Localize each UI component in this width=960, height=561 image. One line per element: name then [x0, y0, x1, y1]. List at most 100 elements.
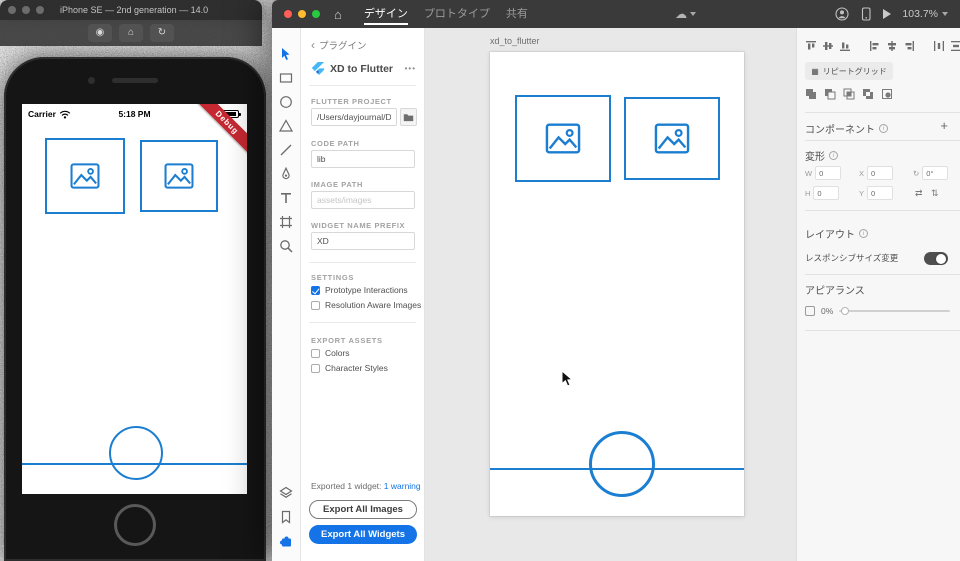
zoom-level-control[interactable]: 103.7% — [902, 8, 949, 20]
align-right-icon[interactable] — [903, 40, 915, 52]
x-value[interactable]: 0 — [867, 166, 894, 180]
image-placeholder-box[interactable] — [515, 95, 611, 182]
zoom-level-value: 103.7% — [902, 8, 939, 20]
y-value[interactable]: 0 — [867, 186, 894, 200]
layers-button[interactable] — [278, 485, 294, 501]
add-component-button[interactable]: + — [940, 119, 948, 132]
height-field[interactable]: H 0 — [805, 186, 840, 200]
polygon-tool[interactable] — [278, 118, 294, 134]
device-home-button[interactable] — [114, 504, 156, 546]
opacity-value[interactable]: 0% — [821, 306, 833, 316]
repeat-grid-button[interactable]: ▦ リピートグリッド — [805, 62, 893, 80]
traffic-light-zoom[interactable] — [312, 10, 320, 18]
wireframe-circle — [109, 426, 163, 480]
pen-tool[interactable] — [278, 166, 294, 182]
iphone-device: Carrier 5:18 PM Debug — [4, 57, 266, 561]
text-tool[interactable] — [278, 190, 294, 206]
divider — [309, 322, 416, 323]
boolean-add-icon[interactable] — [805, 88, 817, 100]
height-value[interactable]: 0 — [813, 186, 840, 200]
wireframe-circle[interactable] — [589, 431, 655, 497]
boolean-subtract-icon[interactable] — [824, 88, 836, 100]
checkbox-resolution-aware[interactable]: Resolution Aware Images — [311, 300, 421, 310]
align-left-icon[interactable] — [869, 40, 881, 52]
simulator-toolbar: ◉ ⌂ ↻ — [0, 20, 262, 46]
traffic-light-close[interactable] — [8, 6, 16, 14]
component-label: コンポーネント — [805, 125, 875, 136]
artboard-tool[interactable] — [278, 214, 294, 230]
play-preview-button[interactable] — [883, 9, 892, 19]
opacity-control: 0% — [805, 306, 950, 316]
slider-knob[interactable] — [841, 307, 850, 315]
screenshot-button[interactable]: ◉ — [88, 24, 112, 42]
boolean-intersect-icon[interactable] — [843, 88, 855, 100]
chevron-down-icon — [942, 12, 949, 16]
mask-icon[interactable] — [881, 88, 893, 100]
checkbox-label: Character Styles — [325, 363, 388, 373]
polygon-icon — [279, 119, 293, 132]
rectangle-tool[interactable] — [278, 70, 294, 86]
distribute-vertical-icon[interactable] — [950, 40, 960, 52]
rotation-field[interactable]: ↻ 0° — [913, 166, 949, 180]
checkbox-label: Resolution Aware Images — [325, 300, 422, 310]
account-icon[interactable] — [835, 7, 849, 21]
align-middle-icon[interactable] — [822, 40, 834, 52]
rotate-device-button[interactable]: ↻ — [150, 24, 174, 42]
info-icon[interactable]: i — [829, 151, 838, 160]
code-path-input[interactable] — [311, 150, 415, 168]
plugins-back-button[interactable]: ‹ プラグイン — [311, 38, 367, 53]
export-all-widgets-button[interactable]: Export All Widgets — [309, 525, 417, 544]
distribute-horizontal-icon[interactable] — [933, 40, 945, 52]
flip-icons[interactable]: ⇄ ⇅ — [915, 188, 942, 199]
ellipse-icon — [280, 96, 292, 108]
home-icon[interactable]: ⌂ — [334, 7, 342, 22]
libraries-button[interactable] — [278, 509, 294, 525]
image-placeholder-box — [45, 138, 125, 214]
tab-share[interactable]: 共有 — [498, 0, 536, 28]
responsive-resize-label: レスポンシブサイズ変更 — [805, 253, 899, 263]
plugins-button[interactable] — [278, 533, 294, 549]
responsive-resize-toggle[interactable] — [924, 252, 948, 265]
design-canvas[interactable]: xd_to_flutter — [425, 28, 796, 561]
width-field[interactable]: W 0 — [805, 166, 842, 180]
rotation-value[interactable]: 0° — [922, 166, 949, 180]
checkbox-character-styles[interactable]: Character Styles — [311, 363, 388, 373]
warning-link[interactable]: 1 warning — [384, 481, 421, 491]
x-field[interactable]: X 0 — [859, 166, 894, 180]
tab-design[interactable]: デザイン — [356, 0, 416, 28]
zoom-tool[interactable] — [278, 238, 294, 254]
info-icon[interactable]: i — [879, 124, 888, 133]
flutter-project-input[interactable] — [311, 108, 397, 126]
traffic-light-zoom[interactable] — [36, 6, 44, 14]
opacity-slider[interactable] — [839, 307, 950, 315]
align-bottom-icon[interactable] — [839, 40, 851, 52]
checkbox-colors[interactable]: Colors — [311, 348, 350, 358]
checkbox-prototype-interactions[interactable]: Prototype Interactions — [311, 285, 408, 295]
sim-home-button[interactable]: ⌂ — [119, 24, 143, 42]
y-field[interactable]: Y 0 — [859, 186, 894, 200]
traffic-light-close[interactable] — [284, 10, 292, 18]
line-tool[interactable] — [278, 142, 294, 158]
select-tool[interactable] — [278, 46, 294, 62]
image-path-input[interactable] — [311, 191, 415, 209]
traffic-light-minimize[interactable] — [22, 6, 30, 14]
align-center-icon[interactable] — [886, 40, 898, 52]
info-icon[interactable]: i — [859, 229, 868, 238]
xd-window: ⌂ デザイン プロトタイプ 共有 ☁ 103.7% ‹ プラグイン XD to … — [272, 0, 960, 561]
artboard[interactable] — [490, 52, 744, 516]
ellipse-tool[interactable] — [278, 94, 294, 110]
export-all-images-button[interactable]: Export All Images — [309, 500, 417, 519]
device-preview-icon[interactable] — [860, 7, 872, 21]
plugin-menu-button[interactable]: ••• — [405, 64, 416, 73]
cloud-status-button[interactable]: ☁ — [675, 7, 697, 21]
image-path-label: IMAGE PATH — [311, 180, 363, 189]
image-placeholder-box[interactable] — [624, 97, 720, 180]
artboard-label[interactable]: xd_to_flutter — [490, 36, 540, 46]
browse-folder-button[interactable] — [400, 108, 417, 126]
boolean-exclude-icon[interactable] — [862, 88, 874, 100]
align-top-icon[interactable] — [805, 40, 817, 52]
tab-prototype[interactable]: プロトタイプ — [416, 0, 498, 28]
traffic-light-minimize[interactable] — [298, 10, 306, 18]
widget-prefix-input[interactable] — [311, 232, 415, 250]
width-value[interactable]: 0 — [815, 166, 842, 180]
